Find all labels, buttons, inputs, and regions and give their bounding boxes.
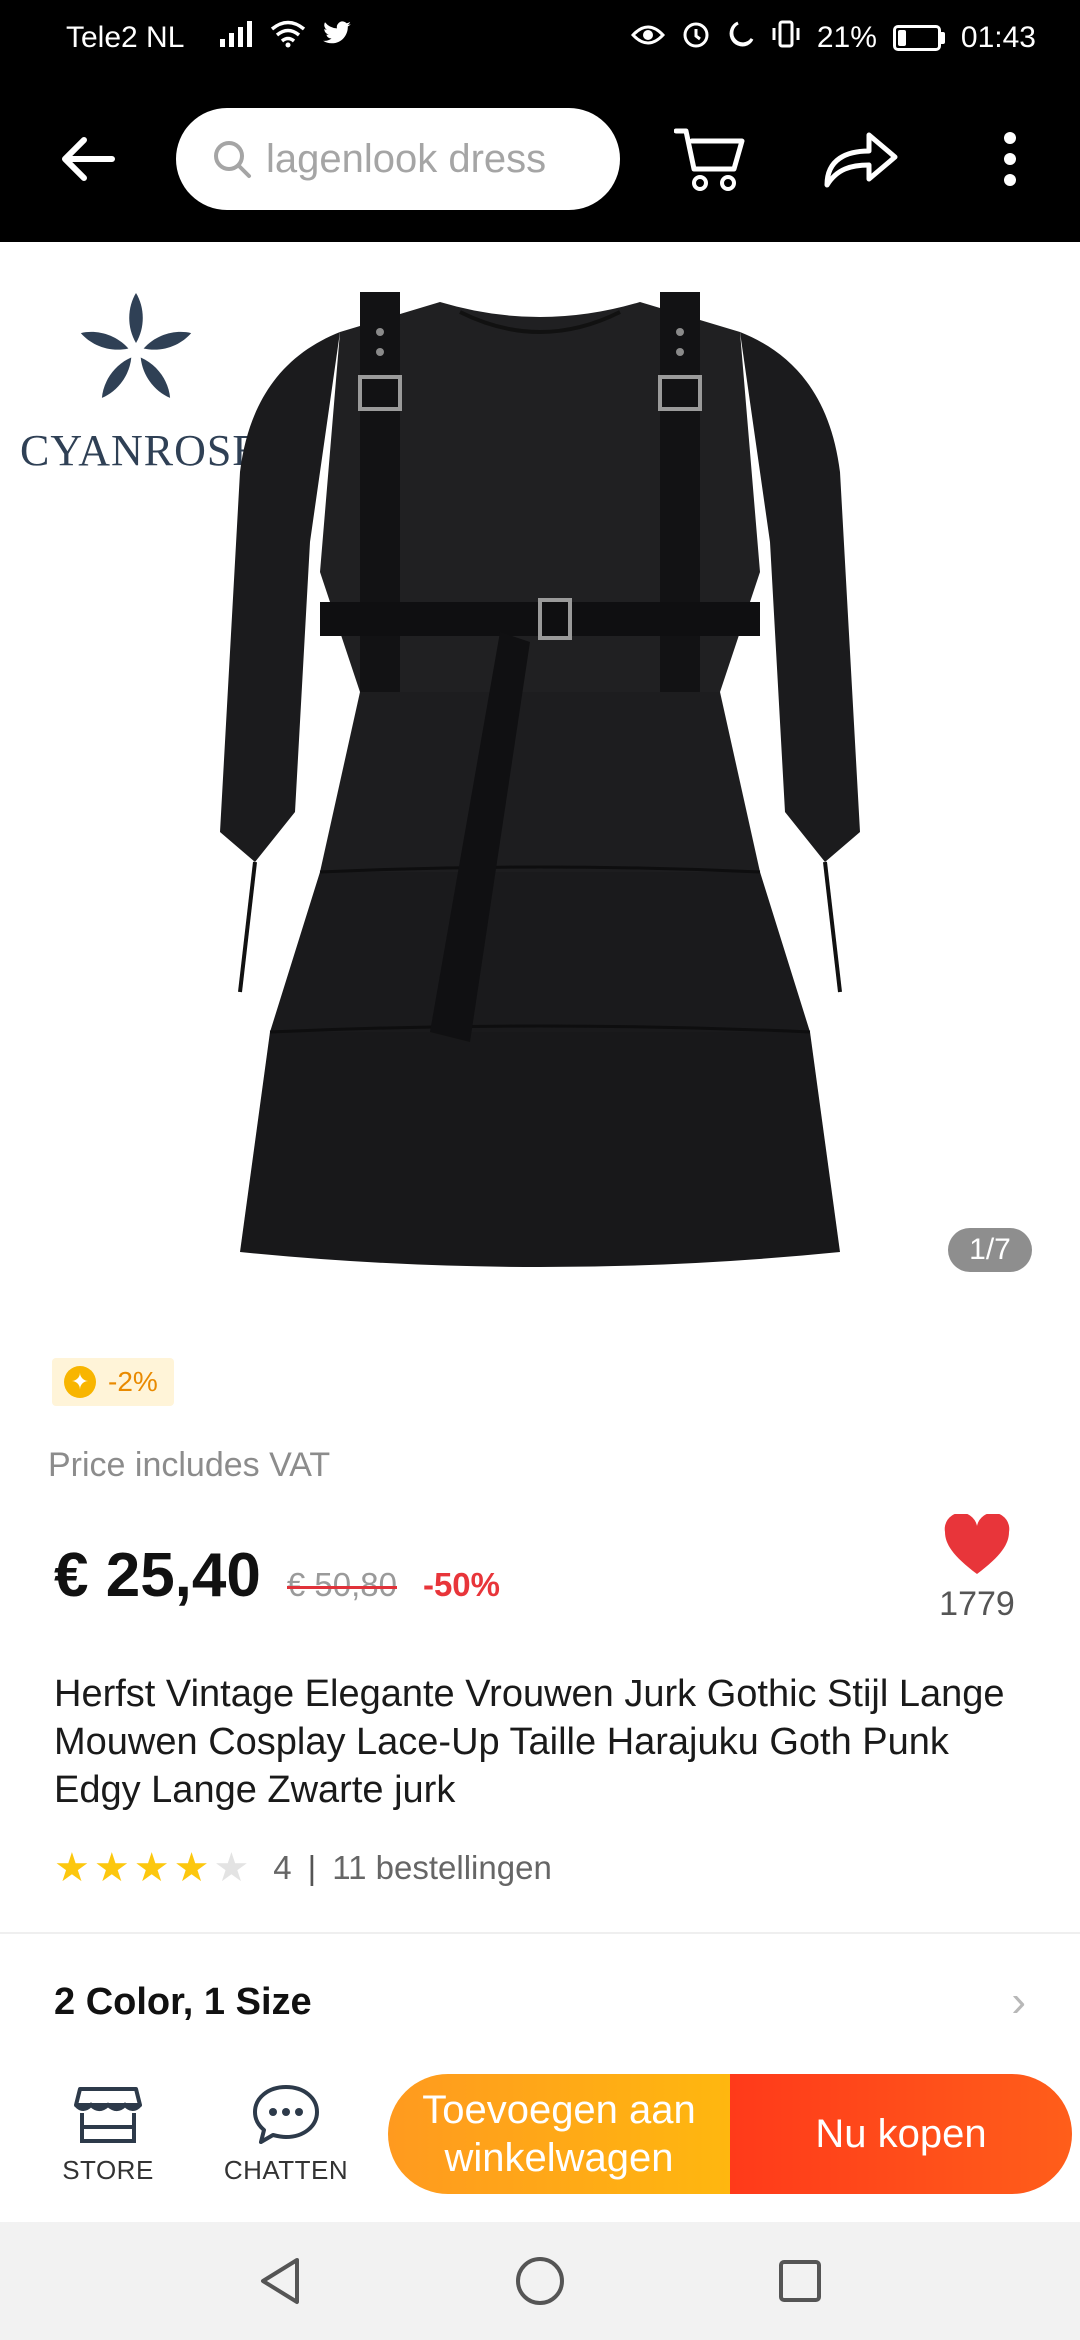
search-input[interactable] bbox=[266, 136, 586, 182]
variant-selector[interactable]: 2 Color, 1 Size › bbox=[0, 1960, 1080, 2044]
battery-percent: 21% bbox=[816, 21, 877, 54]
rating-value: 4 bbox=[273, 1849, 292, 1886]
top-actions bbox=[670, 119, 1050, 199]
battery-icon bbox=[892, 25, 945, 51]
product-gallery[interactable]: CYANROSE 1/7 bbox=[0, 242, 1080, 1304]
moon-icon bbox=[727, 20, 755, 56]
nav-recents-button[interactable] bbox=[770, 2251, 830, 2311]
twitter-icon bbox=[322, 21, 352, 55]
coin-icon: ✦ bbox=[64, 1366, 96, 1398]
eye-icon bbox=[630, 21, 665, 55]
action-bar: STORE CHATTEN Toevoegen aan winkelwagen … bbox=[0, 2046, 1080, 2222]
search-icon bbox=[214, 141, 251, 178]
chevron-right-icon: › bbox=[1011, 1977, 1026, 2026]
alarm-icon bbox=[681, 19, 711, 57]
chat-button[interactable]: CHATTEN bbox=[220, 2083, 352, 2186]
wifi-icon bbox=[270, 20, 306, 56]
divider bbox=[0, 1932, 1080, 1934]
circle-home-icon bbox=[516, 2257, 564, 2305]
buy-now-button[interactable]: Nu kopen bbox=[730, 2074, 1072, 2194]
original-price: € 50,80 bbox=[286, 1566, 398, 1603]
share-icon bbox=[824, 132, 898, 188]
star-icon: ★ bbox=[133, 1846, 170, 1890]
vat-note: Price includes VAT bbox=[48, 1446, 331, 1484]
clock: 01:43 bbox=[960, 21, 1036, 54]
store-icon bbox=[74, 2086, 142, 2143]
triangle-back-icon bbox=[261, 2258, 299, 2304]
product-title: Herfst Vintage Elegante Vrouwen Jurk Got… bbox=[54, 1673, 1005, 1811]
star-icon: ★ bbox=[213, 1846, 250, 1890]
cta-group: Toevoegen aan winkelwagen Nu kopen bbox=[388, 2074, 1072, 2194]
share-button[interactable] bbox=[820, 119, 900, 199]
coupon-label: -2% bbox=[108, 1366, 158, 1397]
rating-stars: ★ ★ ★ ★ ★ bbox=[54, 1848, 249, 1888]
status-right: 21% 01:43 bbox=[630, 19, 1036, 57]
product-image bbox=[220, 292, 860, 1267]
back-button[interactable] bbox=[48, 119, 128, 199]
status-bar: Tele2 NL 21% 01:43 bbox=[0, 0, 1080, 76]
carrier-label: Tele2 NL bbox=[66, 21, 185, 54]
cart-button[interactable] bbox=[670, 119, 750, 199]
cart-icon bbox=[674, 128, 745, 191]
star-icon: ★ bbox=[173, 1846, 210, 1890]
search-box[interactable] bbox=[176, 108, 620, 210]
back-arrow-icon bbox=[62, 137, 115, 181]
store-button[interactable]: STORE bbox=[42, 2083, 174, 2186]
chat-icon bbox=[253, 2084, 319, 2144]
wishlist-button[interactable]: 1779 bbox=[932, 1512, 1022, 1624]
nav-home-button[interactable] bbox=[510, 2251, 570, 2311]
signal-icon bbox=[220, 21, 254, 55]
flower-logo-icon bbox=[80, 293, 192, 398]
rating-separator: | bbox=[307, 1849, 317, 1886]
square-recents-icon bbox=[779, 2260, 821, 2302]
coupon-badge[interactable]: ✦ -2% bbox=[52, 1358, 174, 1406]
price-row: € 25,40 € 50,80 -50% bbox=[54, 1540, 500, 1611]
more-icon bbox=[1004, 132, 1016, 186]
rating-row[interactable]: ★ ★ ★ ★ ★ 4 | 11 bestellingen bbox=[54, 1848, 552, 1888]
orders-count: 11 bestellingen bbox=[332, 1849, 552, 1886]
add-to-cart-button[interactable]: Toevoegen aan winkelwagen bbox=[388, 2074, 730, 2194]
image-counter: 1/7 bbox=[948, 1228, 1032, 1272]
more-button[interactable] bbox=[970, 119, 1050, 199]
nav-back-button[interactable] bbox=[250, 2251, 310, 2311]
vibrate-icon bbox=[771, 20, 801, 56]
variant-summary: 2 Color, 1 Size bbox=[54, 1980, 312, 2023]
heart-icon bbox=[944, 1512, 1010, 1574]
chat-label: CHATTEN bbox=[223, 2154, 349, 2185]
discount-label: -50% bbox=[422, 1566, 501, 1603]
star-icon: ★ bbox=[93, 1846, 130, 1890]
system-nav-bar bbox=[0, 2222, 1080, 2340]
star-icon: ★ bbox=[54, 1846, 90, 1890]
current-price: € 25,40 bbox=[54, 1541, 261, 1610]
store-label: STORE bbox=[62, 2154, 154, 2185]
status-left: Tele2 NL bbox=[66, 20, 352, 56]
top-bar bbox=[0, 76, 1080, 242]
wishlist-count: 1779 bbox=[939, 1585, 1015, 1623]
